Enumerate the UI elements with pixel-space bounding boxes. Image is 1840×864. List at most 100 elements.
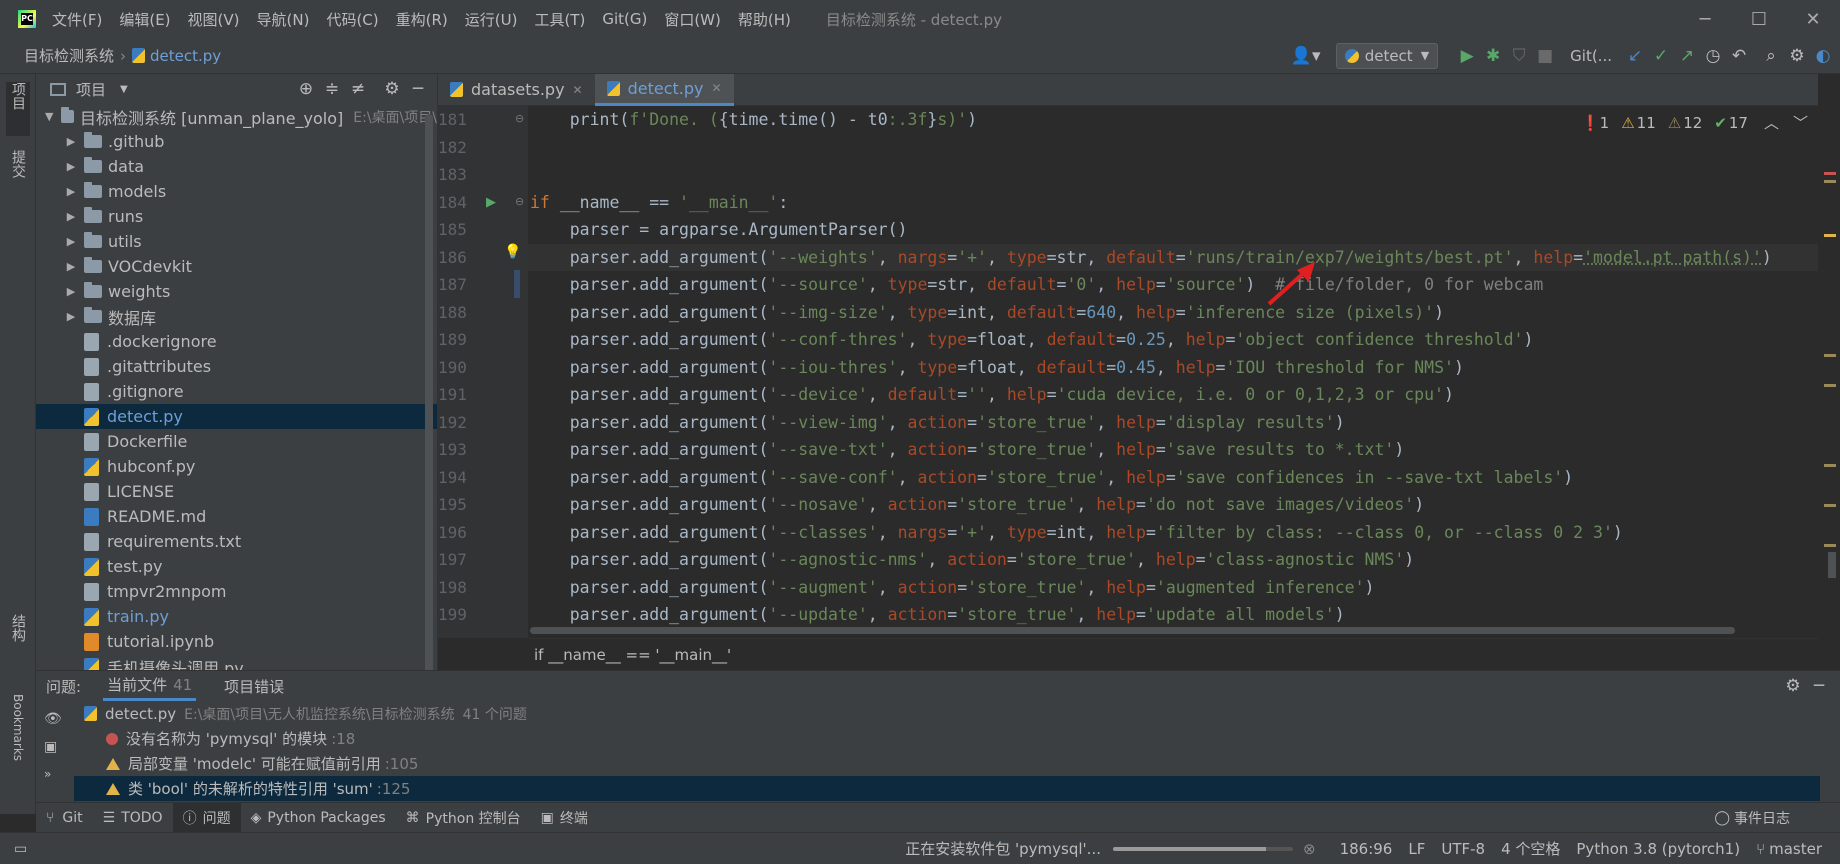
fold-icon[interactable]: ⊖: [515, 195, 524, 208]
menu-view[interactable]: 视图(V): [188, 9, 240, 30]
gear-icon[interactable]: ⚙: [379, 76, 405, 102]
tree-item[interactable]: ▶ 数据库: [36, 304, 437, 329]
caret-position[interactable]: 186:96: [1340, 840, 1393, 858]
search-button[interactable]: ⌕: [1758, 43, 1784, 69]
debug-button[interactable]: ✱: [1480, 43, 1506, 69]
problem-row[interactable]: 没有名称为 'pymysql' 的模块 :18: [74, 726, 1820, 751]
tree-item[interactable]: tutorial.ipynb: [36, 629, 437, 654]
lightbulb-icon[interactable]: 💡: [504, 244, 521, 260]
tree-item[interactable]: .dockerignore: [36, 329, 437, 354]
menu-refactor[interactable]: 重构(R): [396, 9, 448, 30]
problem-row[interactable]: 局部变量 'modelc' 可能在赋值前引用 :105: [74, 751, 1820, 776]
horizontal-scrollbar[interactable]: [530, 627, 1735, 634]
chevron-right-icon[interactable]: ▶: [64, 235, 78, 248]
tree-item[interactable]: requirements.txt: [36, 529, 437, 554]
expand-icon[interactable]: »: [44, 767, 64, 795]
close-icon[interactable]: ✕: [712, 81, 722, 95]
fold-icon[interactable]: ⊖: [515, 112, 524, 125]
tool-tab-terminal[interactable]: ▣ 终端: [531, 803, 598, 833]
tree-item[interactable]: ▶ models: [36, 179, 437, 204]
chevron-right-icon[interactable]: ▶: [64, 185, 78, 198]
project-tool-button[interactable]: 项目: [6, 82, 30, 136]
tool-tab-git[interactable]: ⑂ Git: [36, 803, 93, 833]
file-encoding[interactable]: UTF-8: [1441, 840, 1485, 858]
tree-item[interactable]: hubconf.py: [36, 454, 437, 479]
eye-icon[interactable]: 👁: [44, 711, 64, 739]
locate-icon[interactable]: ⊕: [293, 76, 319, 102]
line-separator[interactable]: LF: [1408, 840, 1425, 858]
chevron-down-icon[interactable]: ▼: [44, 110, 55, 123]
tree-item[interactable]: ▶ weights: [36, 279, 437, 304]
menu-run[interactable]: 运行(U): [465, 9, 518, 30]
preview-icon[interactable]: ▣: [44, 739, 64, 767]
close-window-button[interactable]: ✕: [1786, 0, 1840, 38]
plugin-button[interactable]: ◐: [1810, 43, 1836, 69]
user-icon[interactable]: 👤▾: [1288, 43, 1324, 69]
git-commit-button[interactable]: ✓: [1648, 43, 1674, 69]
tool-tab-python-packages[interactable]: ◈ Python Packages: [241, 803, 396, 833]
code-editor[interactable]: print(f'Done. ({time.time() - t0:.3f}s)'…: [528, 106, 1818, 638]
tree-item[interactable]: .gitattributes: [36, 354, 437, 379]
menu-edit[interactable]: 编辑(E): [119, 9, 170, 30]
tree-item[interactable]: tmpvr2mnpom: [36, 579, 437, 604]
tree-item[interactable]: ▶ runs: [36, 204, 437, 229]
bookmarks-tool-button[interactable]: Bookmarks: [6, 694, 30, 784]
breadcrumb-project[interactable]: 目标检测系统: [24, 45, 114, 66]
breadcrumb-file[interactable]: detect.py: [150, 47, 221, 65]
tree-item[interactable]: ▶ .github: [36, 129, 437, 154]
tool-tab-todo[interactable]: ☰ TODO: [93, 803, 173, 833]
tree-item[interactable]: Dockerfile: [36, 429, 437, 454]
error-stripe[interactable]: [1818, 74, 1840, 670]
structure-tool-button[interactable]: 结构: [6, 614, 30, 664]
maximize-button[interactable]: ☐: [1732, 0, 1786, 38]
run-config-selector[interactable]: detect ▼: [1335, 42, 1439, 69]
tree-item[interactable]: .gitignore: [36, 379, 437, 404]
run-gutter-icon[interactable]: ▶: [486, 195, 496, 210]
menu-tools[interactable]: 工具(T): [534, 9, 585, 30]
git-history-button[interactable]: ◷: [1700, 43, 1726, 69]
event-log-button[interactable]: ◯ 事件日志: [1704, 803, 1800, 833]
tree-item[interactable]: ▶ data: [36, 154, 437, 179]
tree-item[interactable]: LICENSE: [36, 479, 437, 504]
tree-item[interactable]: detect.py: [36, 404, 437, 429]
tab-current-file[interactable]: 当前文件 41: [103, 671, 197, 701]
chevron-right-icon[interactable]: ▶: [64, 310, 78, 323]
chevron-down-icon[interactable]: ▼: [120, 84, 128, 95]
tree-item[interactable]: test.py: [36, 554, 437, 579]
chevron-down-icon[interactable]: ﹀: [1793, 112, 1808, 133]
tree-scrollbar[interactable]: [425, 114, 433, 674]
chevron-up-icon[interactable]: ︿: [1764, 112, 1779, 133]
menu-file[interactable]: 文件(F): [52, 9, 102, 30]
python-interpreter[interactable]: Python 3.8 (pytorch1): [1576, 840, 1740, 858]
gear-icon[interactable]: ⚙: [1780, 673, 1806, 699]
git-branch[interactable]: master: [1769, 840, 1822, 858]
tree-root[interactable]: ▼ 目标检测系统 [unman_plane_yolo] E:\桌面\项目\: [36, 104, 437, 129]
collapse-all-icon[interactable]: ≠: [345, 76, 371, 102]
chevron-right-icon[interactable]: ▶: [64, 160, 78, 173]
tool-tab-problems[interactable]: ⓘ 问题: [172, 802, 241, 833]
tree-item[interactable]: README.md: [36, 504, 437, 529]
expand-all-icon[interactable]: ≑: [319, 76, 345, 102]
menu-git[interactable]: Git(G): [602, 10, 647, 28]
tree-item[interactable]: train.py: [36, 604, 437, 629]
rollback-button[interactable]: ↶: [1726, 43, 1752, 69]
cancel-install-icon[interactable]: ⊗: [1303, 840, 1316, 858]
hide-panel-icon[interactable]: ─: [1806, 673, 1832, 699]
layout-toggle-icon[interactable]: ▭: [14, 841, 27, 857]
tab-project-errors[interactable]: 项目错误: [224, 676, 284, 697]
menu-navigate[interactable]: 导航(N): [257, 9, 310, 30]
minimize-button[interactable]: ─: [1678, 0, 1732, 38]
chevron-right-icon[interactable]: ▶: [64, 285, 78, 298]
git-update-button[interactable]: ↙: [1622, 43, 1648, 69]
indent-setting[interactable]: 4 个空格: [1501, 838, 1560, 859]
tab-detect[interactable]: detect.py ✕: [594, 73, 734, 106]
problems-file-row[interactable]: detect.py E:\桌面\项目\无人机监控系统\目标检测系统 41 个问题: [74, 701, 1820, 726]
chevron-right-icon[interactable]: ▶: [64, 135, 78, 148]
code-breadcrumb[interactable]: if __name__ == '__main__': [528, 638, 1818, 670]
tree-item[interactable]: ▶ VOCdevkit: [36, 254, 437, 279]
hide-panel-icon[interactable]: ─: [405, 76, 431, 102]
settings-button[interactable]: ⚙: [1784, 43, 1810, 69]
commit-tool-button[interactable]: 提交: [6, 150, 30, 200]
problem-row[interactable]: 类 'bool' 的未解析的特性引用 'sum' :125: [74, 776, 1820, 801]
inspection-widget[interactable]: ❗ 1 ⚠ 11 ⚠ 12 ✔ 17 ︿ ﹀: [1576, 112, 1812, 133]
